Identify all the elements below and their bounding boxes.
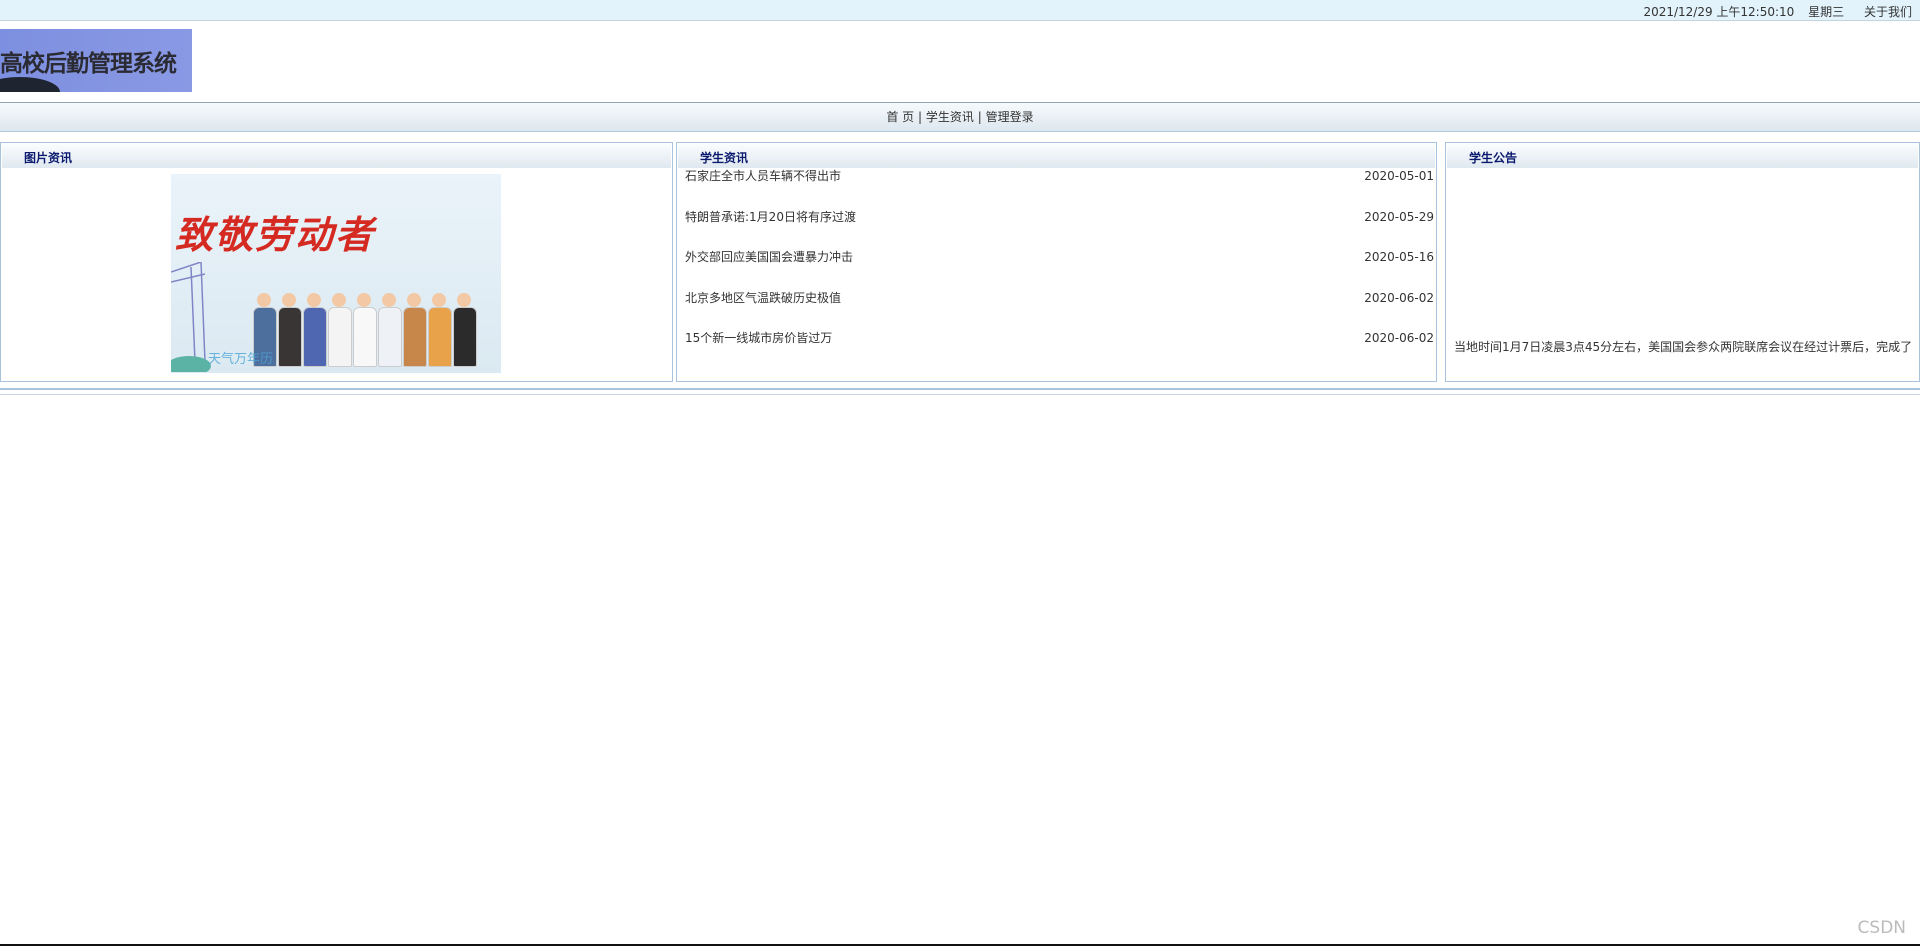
logo-decoration [0,77,60,92]
divider [0,388,1920,390]
news-date: 2020-05-01 [1364,169,1434,183]
divider [0,394,1920,395]
news-title[interactable]: 特朗普承诺:1月20日将有序过渡 [685,210,856,251]
news-item: 外交部回应美国国会遭暴力冲击 2020-05-16 [685,250,1434,291]
datetime: 2021/12/29 上午12:50:10 [1643,5,1795,19]
logo: 高校后勤管理系统 [0,29,192,92]
news-date: 2020-05-29 [1364,209,1434,224]
nav-separator: | [977,110,982,124]
news-image[interactable]: 致敬劳动者 天气万年历 [171,174,501,373]
news-item: 15个新一线城市房价皆过万 2020-06-02 [685,331,1434,372]
student-news-panel: 学生资讯 石家庄全市人员车辆不得出市 2020-05-01 特朗普承诺:1月20日将… [676,142,1437,382]
crane-icon [171,262,211,372]
panel-title: 学生公告 [1447,144,1918,168]
worker-figure [328,293,352,367]
worker-figure [278,293,302,367]
main-nav: 首 页 | 学生资讯 | 管理登录 [0,103,1920,132]
worker-figure [403,293,427,367]
about-link[interactable]: 关于我们 [1864,5,1912,19]
worker-figure [378,293,402,367]
notice-text[interactable]: 当地时间1月7日凌晨3点45分左右，美国国会参众两院联席会议在经过计票后，完成了 [1454,338,1912,355]
news-title[interactable]: 石家庄全市人员车辆不得出市 [685,169,841,210]
image-watermark: 天气万年历 [207,352,273,367]
news-date: 2020-05-16 [1364,250,1434,265]
csdn-watermark: CSDN [1857,918,1906,938]
nav-student-news[interactable]: 学生资讯 [926,110,974,124]
news-item: 北京多地区气温跌破历史极值 2020-06-02 [685,291,1434,332]
nav-admin-login[interactable]: 管理登录 [986,110,1034,124]
worker-figure [453,293,477,367]
news-date: 2020-06-02 [1364,331,1434,346]
nav-home[interactable]: 首 页 [886,110,914,124]
news-title[interactable]: 15个新一线城市房价皆过万 [685,331,832,372]
student-notice-panel: 学生公告 当地时间1月7日凌晨3点45分左右，美国国会参众两院联席会议在经过计票… [1445,142,1920,382]
image-slogan: 致敬劳动者 [175,212,376,257]
news-date: 2020-06-02 [1364,290,1434,305]
nav-separator: | [918,110,923,124]
picture-news-panel: 图片资讯 致敬劳动者 天气万年历 [0,142,673,382]
panel-title: 学生资讯 [678,144,1435,168]
news-title[interactable]: 外交部回应美国国会遭暴力冲击 [685,250,853,291]
news-title[interactable]: 北京多地区气温跌破历史极值 [685,291,841,332]
news-list: 石家庄全市人员车辆不得出市 2020-05-01 特朗普承诺:1月20日将有序过渡 2… [677,169,1436,372]
panel-title: 图片资讯 [2,144,671,168]
worker-figure [303,293,327,367]
worker-figure [353,293,377,367]
logo-text: 高校后勤管理系统 [0,51,177,77]
news-item: 特朗普承诺:1月20日将有序过渡 2020-05-29 [685,210,1434,251]
news-item: 石家庄全市人员车辆不得出市 2020-05-01 [685,169,1434,210]
worker-figure [428,293,452,367]
weekday: 星期三 [1808,5,1845,19]
top-bar: 2021/12/29 上午12:50:10 星期三 关于我们 [0,0,1920,21]
